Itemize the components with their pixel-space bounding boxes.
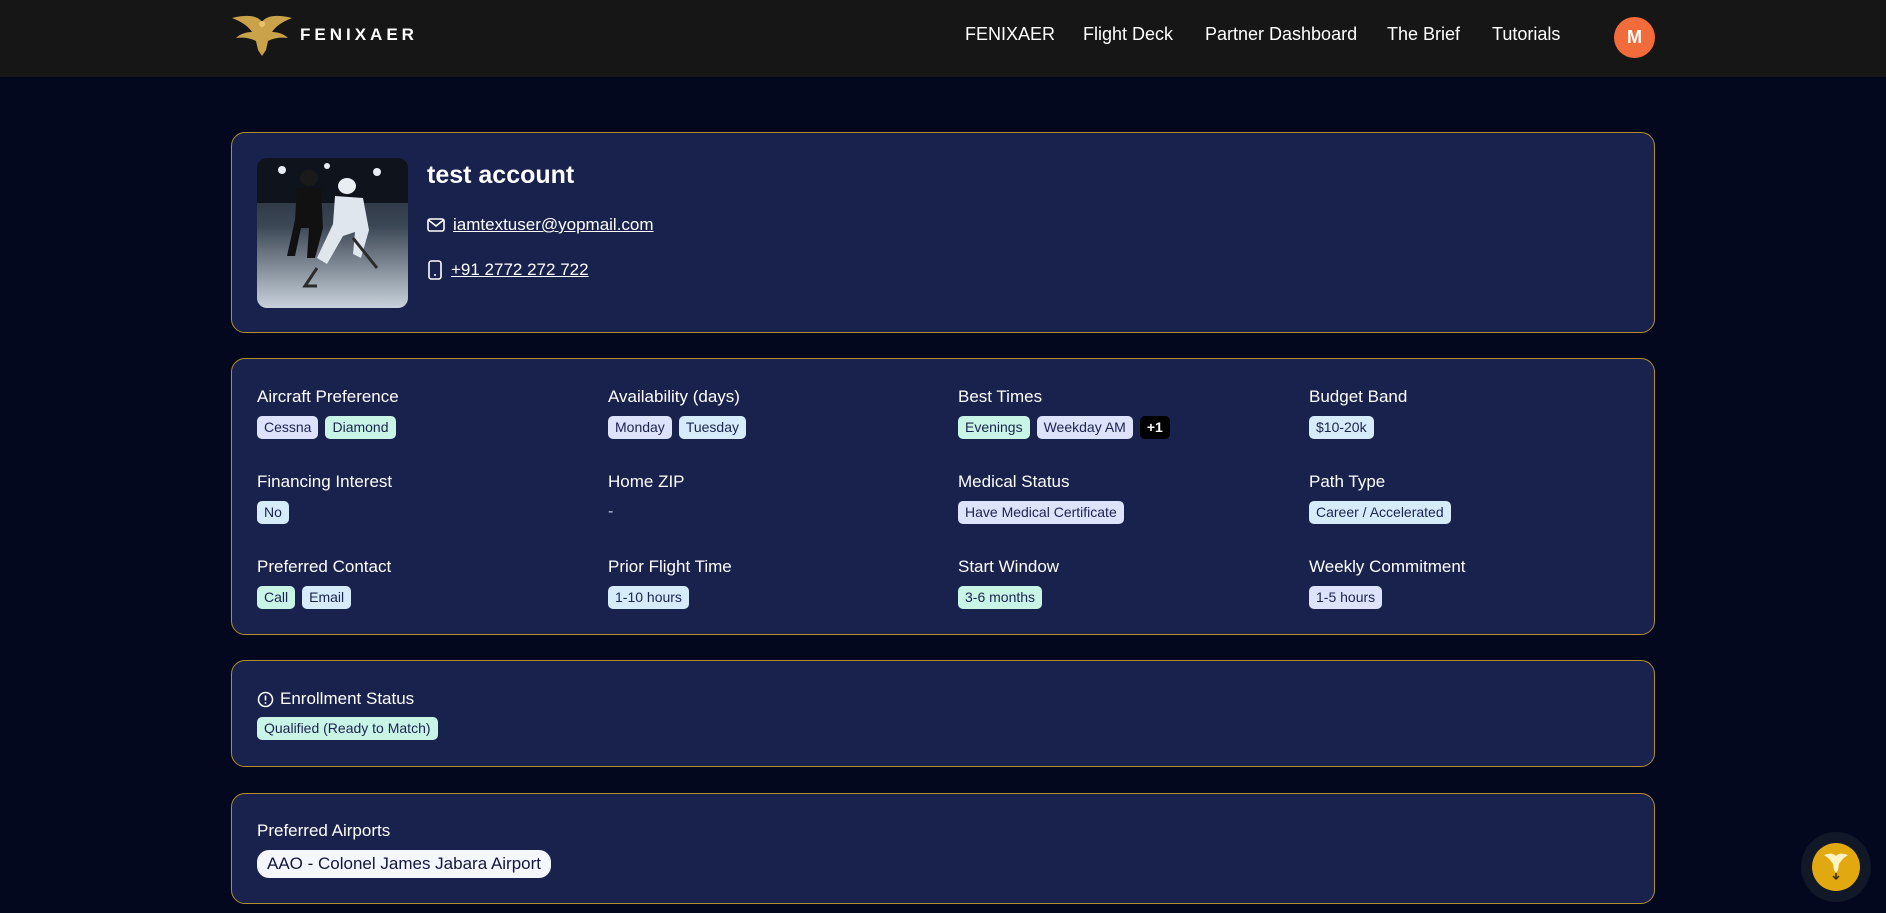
- airports-card: Preferred Airports AAO - Colonel James J…: [231, 793, 1655, 904]
- field-label: Financing Interest: [257, 472, 393, 491]
- phoenix-download-icon: [1824, 853, 1848, 881]
- more-chip[interactable]: +1: [1139, 416, 1170, 439]
- top-navbar: FENIXAER FENIXAER Flight Deck Partner Da…: [0, 0, 1886, 77]
- floating-download-button[interactable]: [1801, 832, 1871, 902]
- details-card: Aircraft Preference Cessna Diamond Avail…: [231, 358, 1655, 635]
- nav-partner-dashboard[interactable]: Partner Dashboard: [1205, 24, 1357, 50]
- phoenix-logo-icon: [232, 15, 292, 56]
- field-label: Preferred Airports: [257, 821, 391, 840]
- field-financing-interest: Financing Interest No: [257, 472, 392, 524]
- chip: Diamond: [325, 416, 396, 439]
- phone-icon: [428, 260, 442, 280]
- brand-logo[interactable]: FENIXAER: [230, 14, 418, 56]
- field-label: Availability (days): [608, 387, 740, 406]
- chip: $10-20k: [1309, 416, 1374, 439]
- nav-flight-deck[interactable]: Flight Deck: [1083, 24, 1173, 50]
- field-path-type: Path Type Career / Accelerated: [1309, 472, 1451, 524]
- envelope-icon: [427, 218, 445, 232]
- enrollment-card: Enrollment Status Qualified (Ready to Ma…: [231, 660, 1655, 767]
- chip: 1-5 hours: [1309, 586, 1383, 609]
- brand-name: FENIXAER: [300, 25, 418, 44]
- field-label: Path Type: [1309, 472, 1386, 491]
- chip: Monday: [608, 416, 672, 439]
- chip: No: [257, 501, 289, 524]
- field-label: Preferred Contact: [257, 557, 392, 576]
- field-preferred-airports: Preferred Airports AAO - Colonel James J…: [257, 821, 552, 878]
- chip: Weekday AM: [1036, 416, 1133, 439]
- email-link[interactable]: iamtextuser@yopmail.com: [427, 215, 654, 235]
- email-text[interactable]: iamtextuser@yopmail.com: [453, 215, 654, 235]
- field-preferred-contact: Preferred Contact Call Email: [257, 557, 391, 609]
- field-availability: Availability (days) Monday Tuesday: [608, 387, 746, 439]
- phone-link[interactable]: +91 2772 272 722: [427, 260, 589, 280]
- chip: 3-6 months: [958, 586, 1043, 609]
- field-label: Start Window: [958, 557, 1060, 576]
- field-label: Weekly Commitment: [1309, 557, 1466, 576]
- field-budget-band: Budget Band $10-20k: [1309, 387, 1407, 439]
- field-value: -: [608, 503, 614, 520]
- field-label: Prior Flight Time: [608, 557, 732, 576]
- nav-fenixaer[interactable]: FENIXAER: [965, 24, 1055, 50]
- phone-text[interactable]: +91 2772 272 722: [451, 260, 589, 280]
- chip: Evenings: [958, 416, 1030, 439]
- field-medical-status: Medical Status Have Medical Certificate: [958, 472, 1124, 524]
- field-weekly-commitment: Weekly Commitment 1-5 hours: [1309, 557, 1466, 609]
- profile-photo: [257, 158, 408, 308]
- airport-pill: AAO - Colonel James Jabara Airport: [257, 850, 552, 878]
- field-aircraft-preference: Aircraft Preference Cessna Diamond: [257, 387, 399, 439]
- field-label: Budget Band: [1309, 387, 1408, 406]
- chip: Career / Accelerated: [1309, 501, 1451, 524]
- nav-the-brief[interactable]: The Brief: [1387, 24, 1460, 50]
- field-label: Aircraft Preference: [257, 387, 399, 406]
- status-badge: Qualified (Ready to Match): [257, 717, 438, 740]
- field-label: Home ZIP: [608, 472, 685, 491]
- field-start-window: Start Window 3-6 months: [958, 557, 1059, 609]
- chip: Email: [302, 586, 352, 609]
- field-label: Medical Status: [958, 472, 1070, 491]
- chip: 1-10 hours: [608, 586, 689, 609]
- profile-name: test account: [427, 161, 575, 189]
- field-home-zip: Home ZIP -: [608, 472, 685, 521]
- user-avatar[interactable]: M: [1614, 17, 1655, 58]
- info-circle-icon: [257, 691, 274, 707]
- field-best-times: Best Times Evenings Weekday AM +1: [958, 387, 1170, 439]
- chip: Tuesday: [678, 416, 746, 439]
- field-enrollment-status: Enrollment Status Qualified (Ready to Ma…: [257, 688, 438, 740]
- field-prior-flight-time: Prior Flight Time 1-10 hours: [608, 557, 732, 609]
- field-label: Best Times: [958, 387, 1043, 406]
- nav-tutorials[interactable]: Tutorials: [1492, 24, 1560, 50]
- chip: Call: [257, 586, 296, 609]
- chip: Have Medical Certificate: [958, 501, 1124, 524]
- profile-card: test account iamtextuser@yopmail.com +91…: [231, 132, 1655, 333]
- chip: Cessna: [257, 416, 319, 439]
- field-label: Enrollment Status: [280, 689, 415, 708]
